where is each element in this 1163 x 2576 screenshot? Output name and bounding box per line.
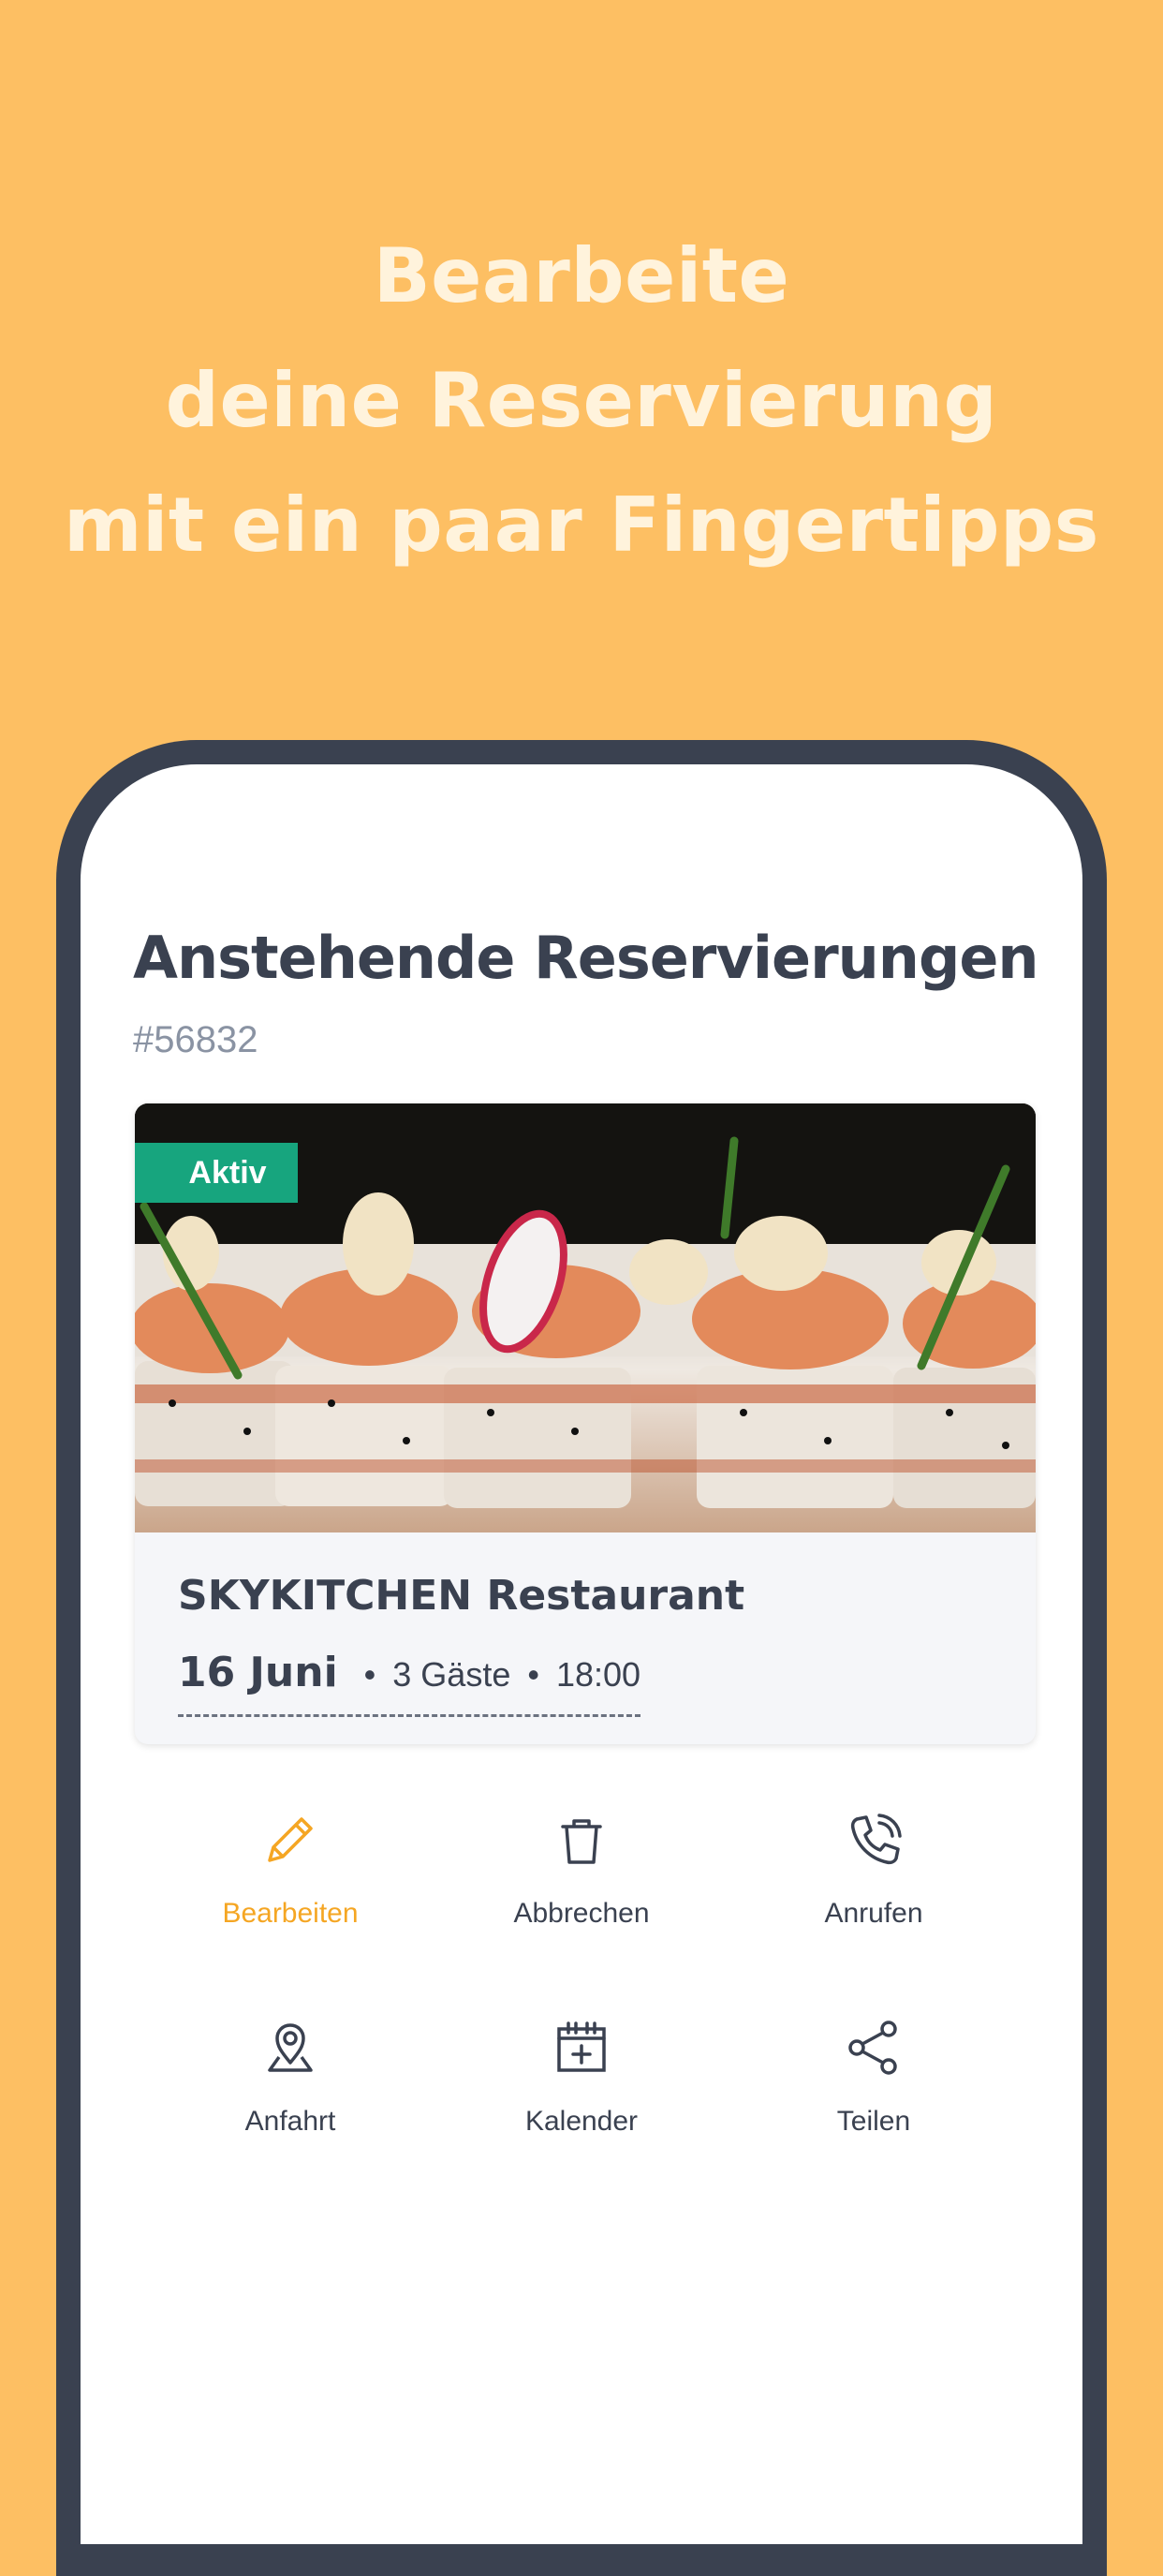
edit-label: Bearbeiten <box>222 1898 359 1929</box>
share-label: Teilen <box>836 2106 911 2137</box>
reservation-card[interactable]: Aktiv SKYKITCHEN Restaurant 16 Juni • 3 … <box>135 1103 1036 1744</box>
headline-line-3: mit ein paar Fingertipps <box>64 481 1099 569</box>
reservation-details: 16 Juni • 3 Gäste • 18:00 <box>178 1649 641 1717</box>
calendar-add-icon <box>557 2021 606 2072</box>
reservation-date: 16 Juni <box>178 1649 338 1696</box>
share-icon <box>848 2021 897 2075</box>
reservation-time: 18:00 <box>555 1655 641 1694</box>
cancel-button[interactable]: Abbrechen <box>441 1806 722 1930</box>
cancel-label: Abbrechen <box>513 1898 650 1929</box>
directions-button[interactable]: Anfahrt <box>150 2014 431 2138</box>
calendar-label: Kalender <box>524 2106 639 2137</box>
map-pin-icon <box>268 2023 313 2072</box>
headline-line-2: deine Reservierung <box>165 357 998 444</box>
phone-icon <box>850 1814 902 1865</box>
separator-dot: • <box>363 1655 376 1694</box>
pencil-icon <box>268 1817 313 1862</box>
promo-headline: Bearbeite deine Reservierung mit ein paa… <box>0 214 1163 587</box>
status-badge: Aktiv <box>135 1143 298 1203</box>
call-label: Anrufen <box>824 1898 923 1929</box>
reservation-number: #56832 <box>133 1019 258 1060</box>
guest-count: 3 Gäste <box>392 1655 511 1694</box>
restaurant-name: SKYKITCHEN Restaurant <box>178 1572 745 1620</box>
share-button[interactable]: Teilen <box>733 2014 1014 2138</box>
headline-line-1: Bearbeite <box>373 232 790 319</box>
directions-label: Anfahrt <box>244 2106 336 2137</box>
trash-icon <box>561 1819 602 1864</box>
separator-dot: • <box>527 1655 539 1694</box>
call-button[interactable]: Anrufen <box>733 1806 1014 1930</box>
calendar-button[interactable]: Kalender <box>441 2014 722 2138</box>
page-title: Anstehende Reservierungen <box>133 924 1039 992</box>
edit-button[interactable]: Bearbeiten <box>150 1806 431 1930</box>
phone-screen: Anstehende Reservierungen #56832 Aktiv S… <box>81 764 1082 2544</box>
